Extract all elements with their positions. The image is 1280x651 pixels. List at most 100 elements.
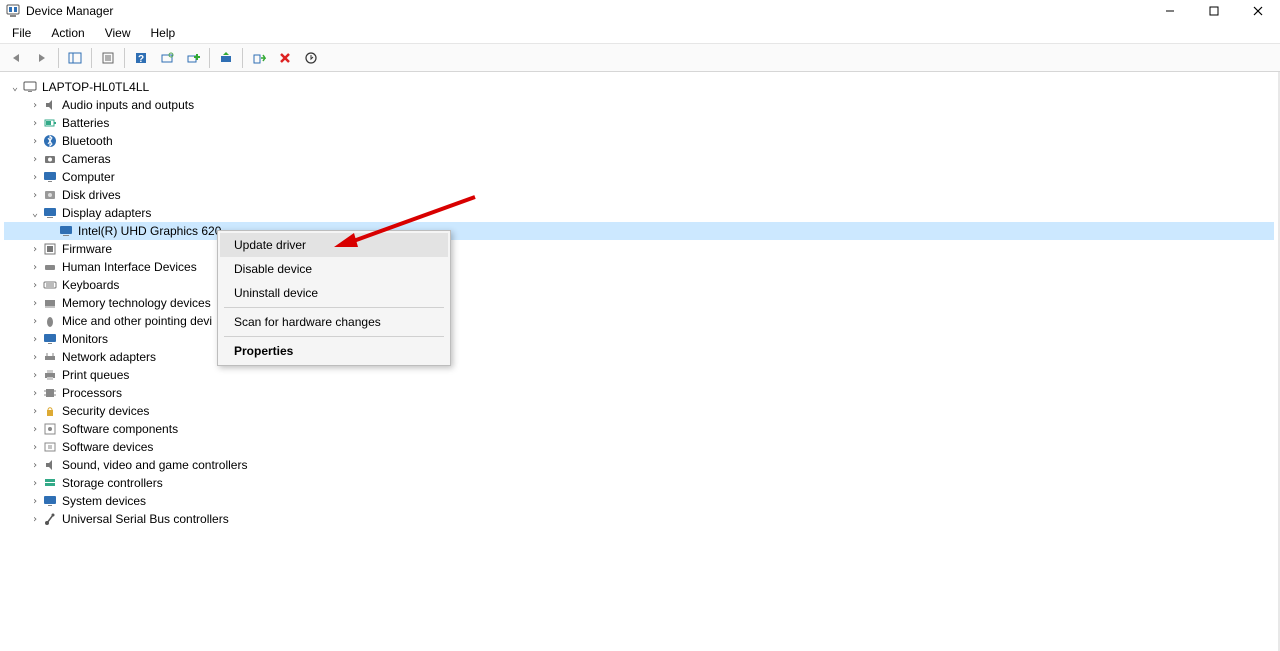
toolbar-separator — [124, 48, 125, 68]
tree-item-memtech[interactable]: ›Memory technology devices — [4, 294, 1274, 312]
update-driver-button[interactable] — [214, 47, 238, 69]
chevron-right-icon[interactable]: › — [28, 244, 42, 255]
softcomp-icon — [42, 421, 58, 437]
menubar: File Action View Help — [0, 22, 1280, 44]
tree-item-hid[interactable]: ›Human Interface Devices — [4, 258, 1274, 276]
printer-icon — [42, 367, 58, 383]
chevron-right-icon[interactable]: › — [28, 406, 42, 417]
softdev-icon — [42, 439, 58, 455]
tree-item-usb[interactable]: ›Universal Serial Bus controllers — [4, 510, 1274, 528]
tree-item-computer[interactable]: ›Computer — [4, 168, 1274, 186]
memory-icon — [42, 295, 58, 311]
forward-button[interactable] — [30, 47, 54, 69]
chevron-right-icon[interactable]: › — [28, 262, 42, 273]
bluetooth-icon — [42, 133, 58, 149]
menu-help[interactable]: Help — [141, 24, 186, 42]
tree-item-softcomp[interactable]: ›Software components — [4, 420, 1274, 438]
add-hardware-button[interactable] — [181, 47, 205, 69]
svg-text:?: ? — [138, 54, 144, 65]
chevron-right-icon[interactable]: › — [28, 496, 42, 507]
scan-hardware-button[interactable] — [155, 47, 179, 69]
display-icon — [42, 205, 58, 221]
tree-item-cameras[interactable]: ›Cameras — [4, 150, 1274, 168]
maximize-button[interactable] — [1192, 0, 1236, 22]
menu-view[interactable]: View — [95, 24, 141, 42]
chevron-right-icon[interactable]: › — [28, 478, 42, 489]
properties-button[interactable] — [96, 47, 120, 69]
context-menu: Update driver Disable device Uninstall d… — [217, 230, 451, 366]
tree-item-display[interactable]: ⌄Display adapters — [4, 204, 1274, 222]
tree-item-display-child-selected[interactable]: Intel(R) UHD Graphics 620 — [4, 222, 1274, 240]
chevron-right-icon[interactable]: › — [28, 154, 42, 165]
chevron-right-icon[interactable]: › — [28, 280, 42, 291]
tree-item-audio[interactable]: ›Audio inputs and outputs — [4, 96, 1274, 114]
menu-file[interactable]: File — [2, 24, 41, 42]
show-hide-tree-button[interactable] — [63, 47, 87, 69]
device-tree[interactable]: ⌄ LAPTOP-HL0TL4LL ›Audio inputs and outp… — [0, 72, 1280, 651]
tree-item-svgc[interactable]: ›Sound, video and game controllers — [4, 456, 1274, 474]
disable-device-button[interactable] — [273, 47, 297, 69]
chevron-right-icon[interactable]: › — [28, 118, 42, 129]
chevron-right-icon[interactable]: › — [28, 460, 42, 471]
ctx-disable-device[interactable]: Disable device — [220, 257, 448, 281]
monitor-icon — [42, 169, 58, 185]
tree-item-processors[interactable]: ›Processors — [4, 384, 1274, 402]
usb-icon — [42, 511, 58, 527]
back-button[interactable] — [4, 47, 28, 69]
enable-device-button[interactable] — [247, 47, 271, 69]
chevron-right-icon[interactable]: › — [28, 514, 42, 525]
tree-item-softdev[interactable]: ›Software devices — [4, 438, 1274, 456]
chevron-right-icon[interactable]: › — [28, 352, 42, 363]
camera-icon — [42, 151, 58, 167]
storage-icon — [42, 475, 58, 491]
tree-item-disk[interactable]: ›Disk drives — [4, 186, 1274, 204]
chevron-right-icon[interactable]: › — [28, 298, 42, 309]
tree-root[interactable]: ⌄ LAPTOP-HL0TL4LL — [4, 78, 1274, 96]
toolbar-separator — [242, 48, 243, 68]
tree-item-bluetooth[interactable]: ›Bluetooth — [4, 132, 1274, 150]
window-title: Device Manager — [26, 4, 113, 18]
ctx-separator — [224, 336, 444, 337]
monitor-icon — [42, 331, 58, 347]
system-icon — [42, 493, 58, 509]
chevron-right-icon[interactable]: › — [28, 136, 42, 147]
chevron-right-icon[interactable]: › — [28, 334, 42, 345]
tree-item-security[interactable]: ›Security devices — [4, 402, 1274, 420]
tree-item-network[interactable]: ›Network adapters — [4, 348, 1274, 366]
blank — [44, 226, 58, 237]
tree-item-monitors[interactable]: ›Monitors — [4, 330, 1274, 348]
chevron-right-icon[interactable]: › — [28, 388, 42, 399]
minimize-button[interactable] — [1148, 0, 1192, 22]
chevron-right-icon[interactable]: › — [28, 172, 42, 183]
expander-open-icon[interactable]: ⌄ — [28, 208, 42, 219]
tree-item-keyboards[interactable]: ›Keyboards — [4, 276, 1274, 294]
help-button[interactable]: ? — [129, 47, 153, 69]
menu-action[interactable]: Action — [41, 24, 94, 42]
tree-item-sysdev[interactable]: ›System devices — [4, 492, 1274, 510]
tree-item-printq[interactable]: ›Print queues — [4, 366, 1274, 384]
ctx-properties[interactable]: Properties — [220, 339, 448, 363]
chevron-right-icon[interactable]: › — [28, 370, 42, 381]
chevron-right-icon[interactable]: › — [28, 316, 42, 327]
tree-item-storage[interactable]: ›Storage controllers — [4, 474, 1274, 492]
uninstall-device-button[interactable] — [299, 47, 323, 69]
security-icon — [42, 403, 58, 419]
chevron-right-icon[interactable]: › — [28, 100, 42, 111]
tree-item-batteries[interactable]: ›Batteries — [4, 114, 1274, 132]
tree-item-firmware[interactable]: ›Firmware — [4, 240, 1274, 258]
titlebar: Device Manager — [0, 0, 1280, 22]
chevron-right-icon[interactable]: › — [28, 190, 42, 201]
sound-icon — [42, 457, 58, 473]
firmware-icon — [42, 241, 58, 257]
ctx-scan-hardware[interactable]: Scan for hardware changes — [220, 310, 448, 334]
tree-item-mice[interactable]: ›Mice and other pointing devi — [4, 312, 1274, 330]
expander-open-icon[interactable]: ⌄ — [8, 82, 22, 93]
close-button[interactable] — [1236, 0, 1280, 22]
toolbar-separator — [91, 48, 92, 68]
chevron-right-icon[interactable]: › — [28, 424, 42, 435]
gpu-icon — [58, 223, 74, 239]
ctx-uninstall-device[interactable]: Uninstall device — [220, 281, 448, 305]
ctx-update-driver[interactable]: Update driver — [220, 233, 448, 257]
chevron-right-icon[interactable]: › — [28, 442, 42, 453]
toolbar-separator — [58, 48, 59, 68]
